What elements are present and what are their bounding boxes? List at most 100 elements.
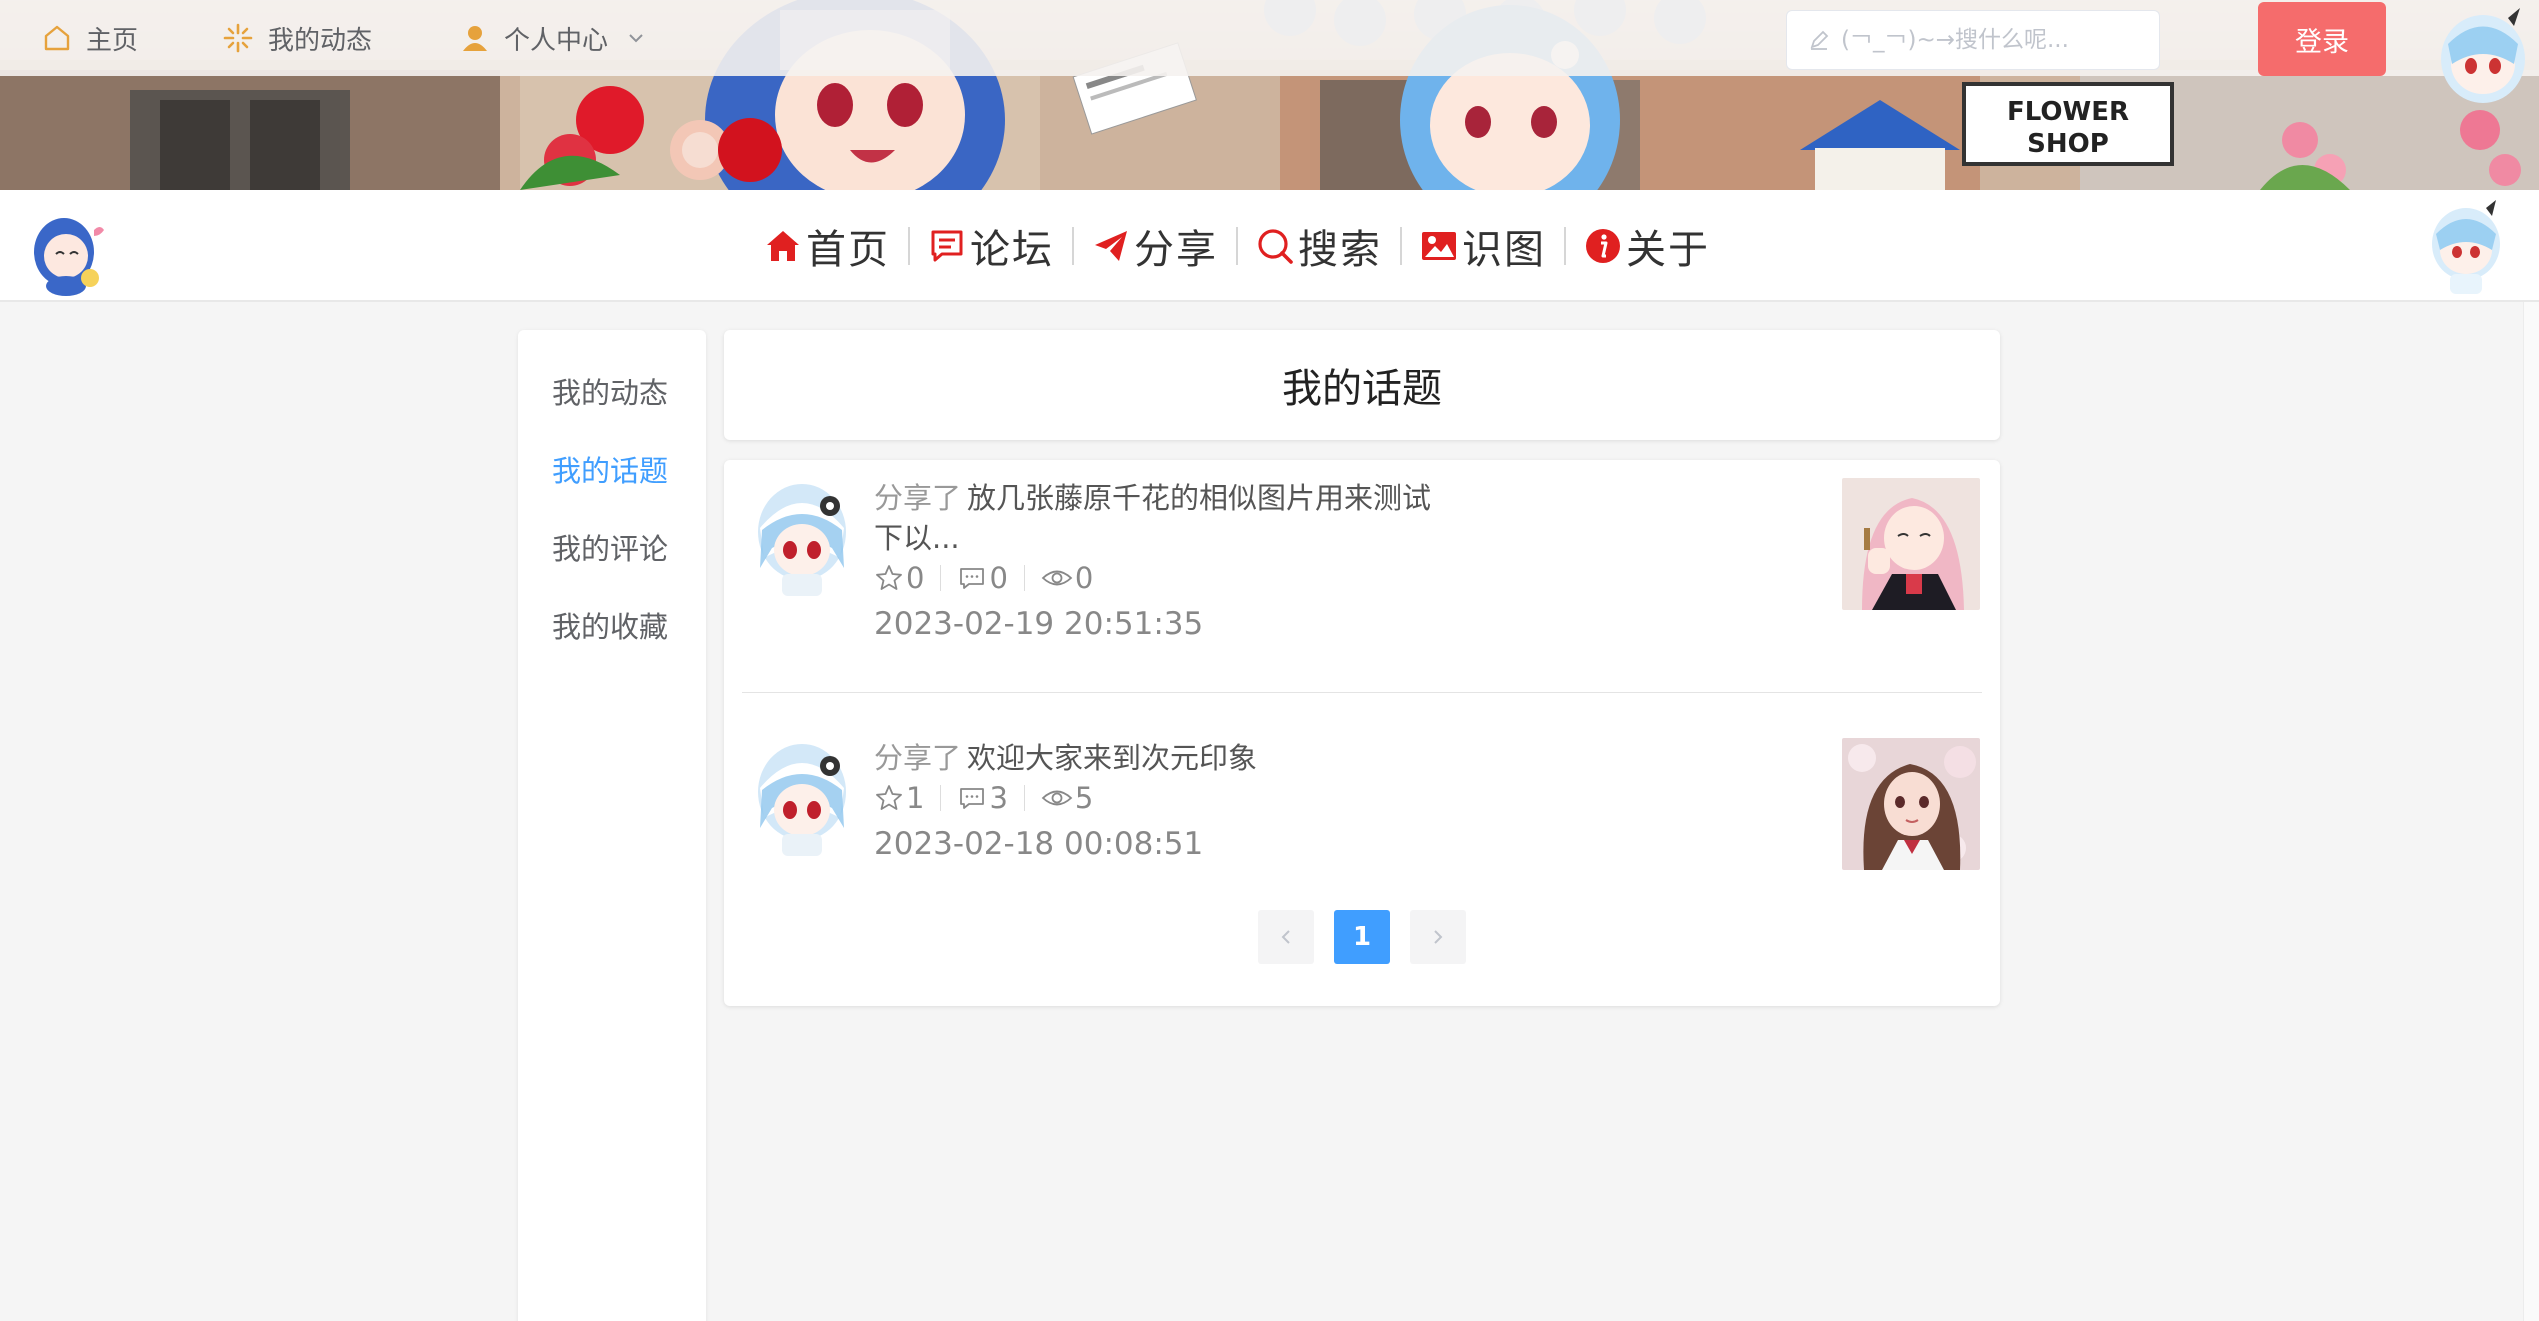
topbar-dynamics-link[interactable]: 我的动态 (222, 18, 372, 58)
topbar-home-label: 主页 (86, 25, 139, 56)
main-nav: 首页 论坛 分享 搜索 识图 关于 (0, 190, 2539, 302)
post-body: 分享了 欢迎大家来到次元印象 1 3 5 2023-02-18 00:08:51 (874, 738, 1434, 862)
avatar[interactable] (752, 478, 856, 598)
chevron-down-icon (629, 34, 643, 43)
post-title: 分享了 放几张藤原千花的相似图片用来测试下以... (874, 478, 1434, 558)
post-action-verb: 分享了 (874, 741, 962, 775)
site-logo[interactable] (20, 200, 120, 296)
chevron-left-icon (1281, 930, 1290, 944)
mascot-avatar-nav (2432, 200, 2500, 294)
stat-separator (940, 785, 942, 811)
comment-count-value: 3 (989, 781, 1008, 815)
page-title-card: 我的话题 (724, 330, 2000, 440)
stat-separator (940, 565, 942, 591)
topic-list: 分享了 放几张藤原千花的相似图片用来测试下以... 0 0 0 2023-02-… (724, 460, 2000, 1006)
pagination-next-button[interactable] (1410, 910, 1466, 964)
pagination-prev-button[interactable] (1258, 910, 1314, 964)
post-timestamp: 2023-02-19 20:51:35 (874, 606, 1204, 642)
info-icon (1586, 229, 1620, 263)
topbar-user-center-label: 个人中心 (504, 25, 609, 56)
header-banner: FLOWER SHOP 主页 我的动态 个人中心 (￢_￢)~→搜什么呢... … (0, 0, 2539, 190)
stat-separator (1023, 785, 1025, 811)
nav-item-home[interactable]: 首页 (764, 217, 890, 275)
search-box[interactable] (1786, 10, 2160, 70)
post-body: 分享了 放几张藤原千花的相似图片用来测试下以... 0 0 0 2023-02-… (874, 478, 1434, 642)
pagination-page-button[interactable]: 1 (1334, 910, 1390, 964)
nav-separator (1564, 227, 1566, 265)
scrollbar[interactable] (2523, 302, 2539, 1321)
comment-count-value: 0 (989, 561, 1008, 595)
star-count-value: 1 (906, 781, 925, 815)
paper-plane-icon (1095, 231, 1127, 261)
topbar-dynamics-label: 我的动态 (268, 25, 373, 56)
nav-menu: 首页 论坛 分享 搜索 识图 关于 (764, 218, 1710, 274)
star-icon (876, 785, 902, 810)
eye-icon (1041, 570, 1073, 586)
stat-separator (1023, 565, 1025, 591)
view-count: 0 (1041, 561, 1093, 595)
comment-count[interactable]: 0 (957, 561, 1008, 595)
nav-item-about-label: 关于 (1626, 227, 1710, 273)
view-count-value: 5 (1074, 781, 1094, 815)
star-count[interactable]: 1 (874, 781, 924, 815)
nav-item-search[interactable]: 搜索 (1256, 217, 1382, 275)
post-thumbnail-image (1842, 478, 1980, 610)
star-count[interactable]: 0 (874, 561, 924, 595)
nav-item-image-recognition[interactable]: 识图 (1420, 217, 1546, 275)
login-button-label: 登录 (2295, 26, 2349, 58)
nav-item-home-label: 首页 (806, 227, 890, 273)
star-icon (876, 565, 902, 590)
post-title: 分享了 欢迎大家来到次元印象 (874, 738, 1434, 778)
nav-item-image-recognition-label: 识图 (1462, 227, 1546, 273)
nav-separator (908, 227, 910, 265)
post-thumbnail-image (1842, 738, 1980, 870)
post-thumbnail[interactable] (1842, 478, 1980, 610)
comment-icon (960, 568, 985, 589)
nav-separator (1072, 227, 1074, 265)
sidebar-item-label: 我的收藏 (552, 610, 669, 644)
post-title-link[interactable]: 欢迎大家来到次元印象 (967, 741, 1257, 775)
avatar[interactable] (752, 738, 856, 858)
post-stats: 0 0 0 (874, 558, 1434, 598)
sidebar-item-label: 我的话题 (552, 454, 669, 488)
pagination: 1 (1258, 910, 1466, 964)
sidebar-item-my-topics[interactable]: 我的话题 (552, 448, 668, 490)
post-thumbnail[interactable] (1842, 738, 1980, 870)
home-icon (767, 231, 799, 261)
image-icon (1422, 232, 1456, 260)
login-button[interactable]: 登录 (2258, 2, 2386, 76)
topbar-home-link[interactable]: 主页 (42, 18, 138, 58)
nav-item-share[interactable]: 分享 (1092, 217, 1218, 275)
chevron-right-icon (1434, 930, 1443, 944)
divider (742, 692, 1982, 693)
post-action-verb: 分享了 (874, 481, 962, 515)
mascot-avatar-top[interactable] (2428, 4, 2538, 114)
chat-icon (931, 230, 963, 262)
eye-icon (1041, 790, 1073, 806)
sidebar-item-label: 我的动态 (552, 376, 669, 410)
svg-text:FLOWER: FLOWER (2007, 97, 2129, 127)
nav-item-forum-label: 论坛 (970, 227, 1054, 273)
topbar-user-center-dropdown[interactable]: 个人中心 (460, 18, 646, 58)
sidebar-item-label: 我的评论 (552, 532, 669, 566)
search-input[interactable] (1841, 27, 2151, 53)
nav-separator (1400, 227, 1402, 265)
edit-pen-icon (1810, 30, 1829, 50)
star-count-value: 0 (906, 561, 925, 595)
nav-item-share-label: 分享 (1134, 227, 1218, 273)
sidebar-item-my-favorites[interactable]: 我的收藏 (552, 604, 668, 646)
user-icon (463, 26, 487, 51)
sidebar-item-my-comments[interactable]: 我的评论 (552, 526, 668, 568)
sidebar-item-my-dynamics[interactable]: 我的动态 (552, 370, 668, 412)
view-count: 5 (1041, 781, 1093, 815)
nav-item-search-label: 搜索 (1298, 227, 1382, 273)
sparkle-icon (223, 23, 253, 53)
sidebar-menu: 我的动态 我的话题 我的评论 我的收藏 (518, 330, 706, 1321)
view-count-value: 0 (1074, 561, 1094, 595)
nav-item-forum[interactable]: 论坛 (928, 217, 1054, 275)
comment-count[interactable]: 3 (957, 781, 1008, 815)
comment-icon (960, 788, 985, 809)
post-timestamp: 2023-02-18 00:08:51 (874, 826, 1204, 862)
nav-item-about[interactable]: 关于 (1584, 217, 1710, 275)
pagination-page-number: 1 (1352, 922, 1372, 952)
